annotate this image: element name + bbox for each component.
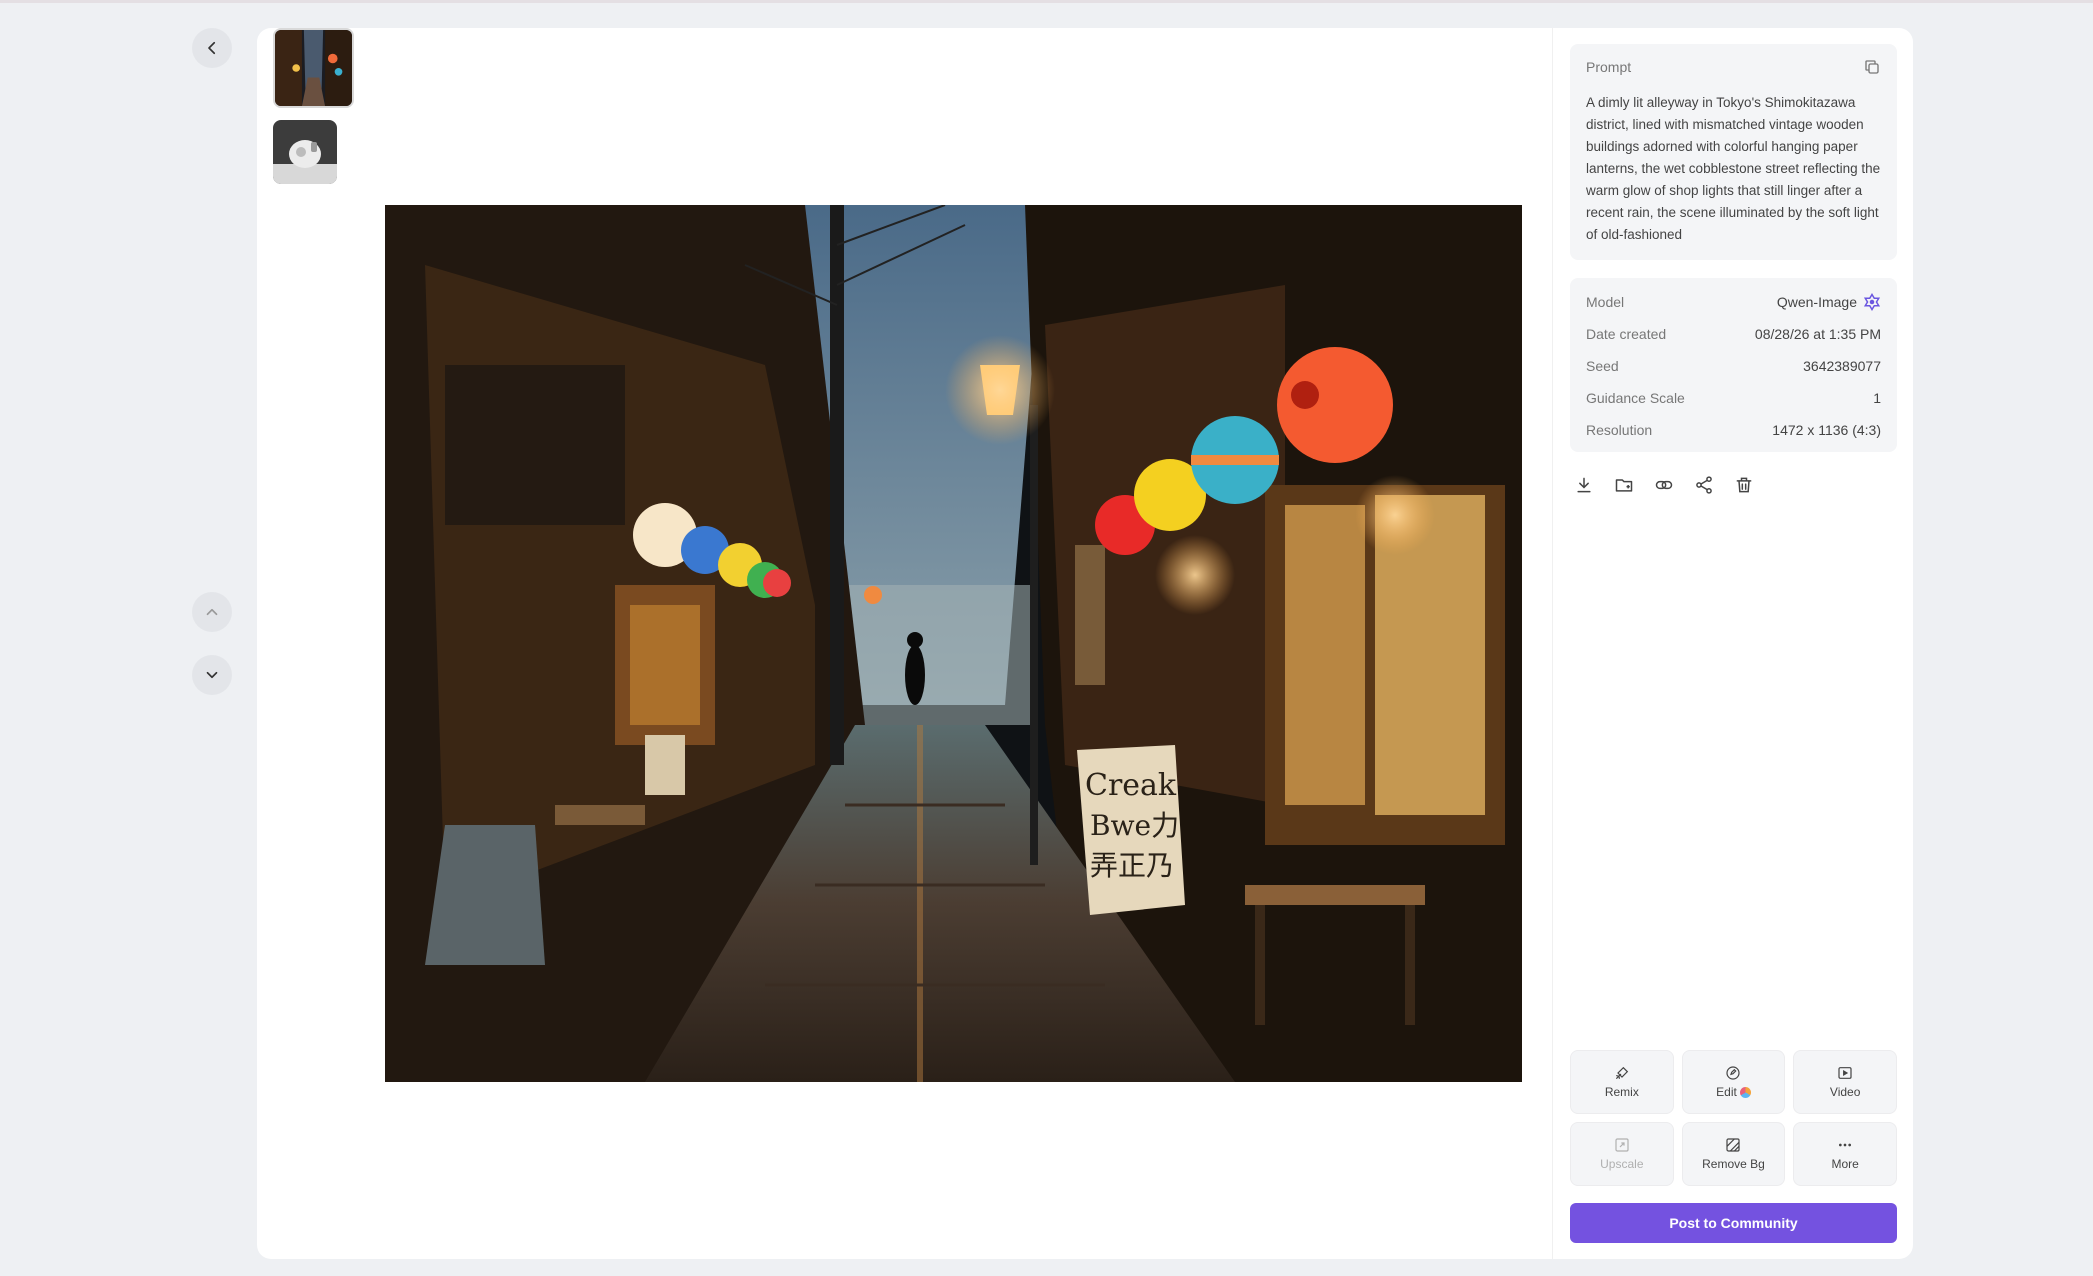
chevron-up-icon — [206, 608, 218, 616]
model-label: Model — [1586, 294, 1625, 310]
meta-row-resolution: Resolution 1472 x 1136 (4:3) — [1586, 414, 1881, 446]
share-icon — [1696, 476, 1712, 494]
meta-row-date: Date created 08/28/26 at 1:35 PM — [1586, 318, 1881, 350]
copy-link-button[interactable] — [1652, 473, 1676, 497]
thumbnail-alley[interactable] — [273, 28, 354, 108]
sign-text-line-2: Bwe力 — [1090, 809, 1179, 842]
metadata-panel: Model Qwen-Image Date created 08/28/26 a… — [1570, 278, 1897, 452]
image-detail-card: Creak Bwe力 弄正乃 Prompt A dimly lit alleyw… — [257, 28, 1913, 1259]
seed-value: 3642389077 — [1803, 358, 1881, 374]
detail-sidebar: Prompt A dimly lit alleyway in Tokyo's S… — [1552, 28, 1913, 1259]
download-button[interactable] — [1572, 473, 1596, 497]
share-button[interactable] — [1692, 473, 1716, 497]
prompt-text: A dimly lit alleyway in Tokyo's Shimokit… — [1586, 95, 1881, 242]
remove-bg-button[interactable]: Remove Bg — [1681, 1122, 1786, 1186]
more-icon — [1839, 1143, 1852, 1147]
copy-icon[interactable] — [1863, 58, 1881, 76]
more-label: More — [1831, 1157, 1859, 1171]
image-viewer: Creak Bwe力 弄正乃 — [257, 28, 1552, 1259]
remove-bg-icon — [1726, 1138, 1741, 1152]
add-to-folder-icon — [1615, 479, 1633, 492]
add-to-folder-button[interactable] — [1612, 473, 1636, 497]
alley-scene-image: Creak Bwe力 弄正乃 — [385, 205, 1522, 1082]
date-value: 08/28/26 at 1:35 PM — [1754, 326, 1881, 342]
prompt-label: Prompt — [1586, 59, 1632, 75]
chevron-down-icon — [206, 671, 218, 679]
trash-icon — [1736, 477, 1752, 493]
delete-button[interactable] — [1732, 473, 1756, 497]
main-generated-image: Creak Bwe力 弄正乃 — [385, 205, 1522, 1082]
seed-label: Seed — [1586, 358, 1619, 374]
upscale-button[interactable]: Upscale — [1570, 1122, 1674, 1186]
video-label: Video — [1829, 1085, 1861, 1099]
product-thumbnail-image — [273, 120, 337, 184]
previous-image-button[interactable] — [192, 592, 232, 632]
prompt-panel: Prompt A dimly lit alleyway in Tokyo's S… — [1570, 44, 1897, 260]
edit-button[interactable]: Edit — [1681, 1050, 1786, 1114]
model-logo-icon — [1863, 293, 1881, 311]
sign-text-line-1: Creak — [1085, 768, 1177, 803]
download-icon — [1577, 477, 1591, 493]
video-button[interactable]: Video — [1793, 1050, 1897, 1114]
thumbnail-product[interactable] — [273, 120, 337, 184]
remove-bg-label: Remove Bg — [1702, 1157, 1765, 1171]
remix-icon — [1615, 1066, 1629, 1079]
resolution-label: Resolution — [1586, 422, 1653, 438]
back-button[interactable] — [192, 28, 232, 68]
tool-grid: Remix Edit Video Upscale Remove Bg More — [1570, 1050, 1897, 1186]
next-image-button[interactable] — [192, 655, 232, 695]
alley-thumbnail-image — [275, 30, 352, 106]
model-value: Qwen-Image — [1776, 294, 1857, 310]
guidance-label: Guidance Scale — [1586, 390, 1685, 406]
meta-row-model: Model Qwen-Image — [1586, 286, 1881, 318]
chevron-left-icon — [208, 41, 216, 55]
meta-row-guidance: Guidance Scale 1 — [1586, 382, 1881, 414]
link-icon — [1655, 480, 1673, 490]
meta-row-seed: Seed 3642389077 — [1586, 350, 1881, 382]
upscale-icon — [1615, 1138, 1629, 1152]
more-button[interactable]: More — [1793, 1122, 1897, 1186]
edit-label: Edit — [1716, 1085, 1737, 1099]
image-actions — [1572, 473, 1756, 497]
resolution-value: 1472 x 1136 (4:3) — [1772, 422, 1881, 438]
upscale-label: Upscale — [1600, 1157, 1644, 1171]
remix-button[interactable]: Remix — [1570, 1050, 1674, 1114]
guidance-value: 1 — [1873, 390, 1881, 406]
date-label: Date created — [1586, 326, 1667, 342]
color-badge-icon — [1739, 1086, 1751, 1098]
remix-label: Remix — [1604, 1085, 1639, 1099]
edit-icon — [1726, 1066, 1741, 1080]
post-to-community-button[interactable]: Post to Community — [1570, 1203, 1897, 1243]
video-icon — [1838, 1067, 1852, 1079]
sign-text-line-3: 弄正乃 — [1090, 849, 1174, 882]
